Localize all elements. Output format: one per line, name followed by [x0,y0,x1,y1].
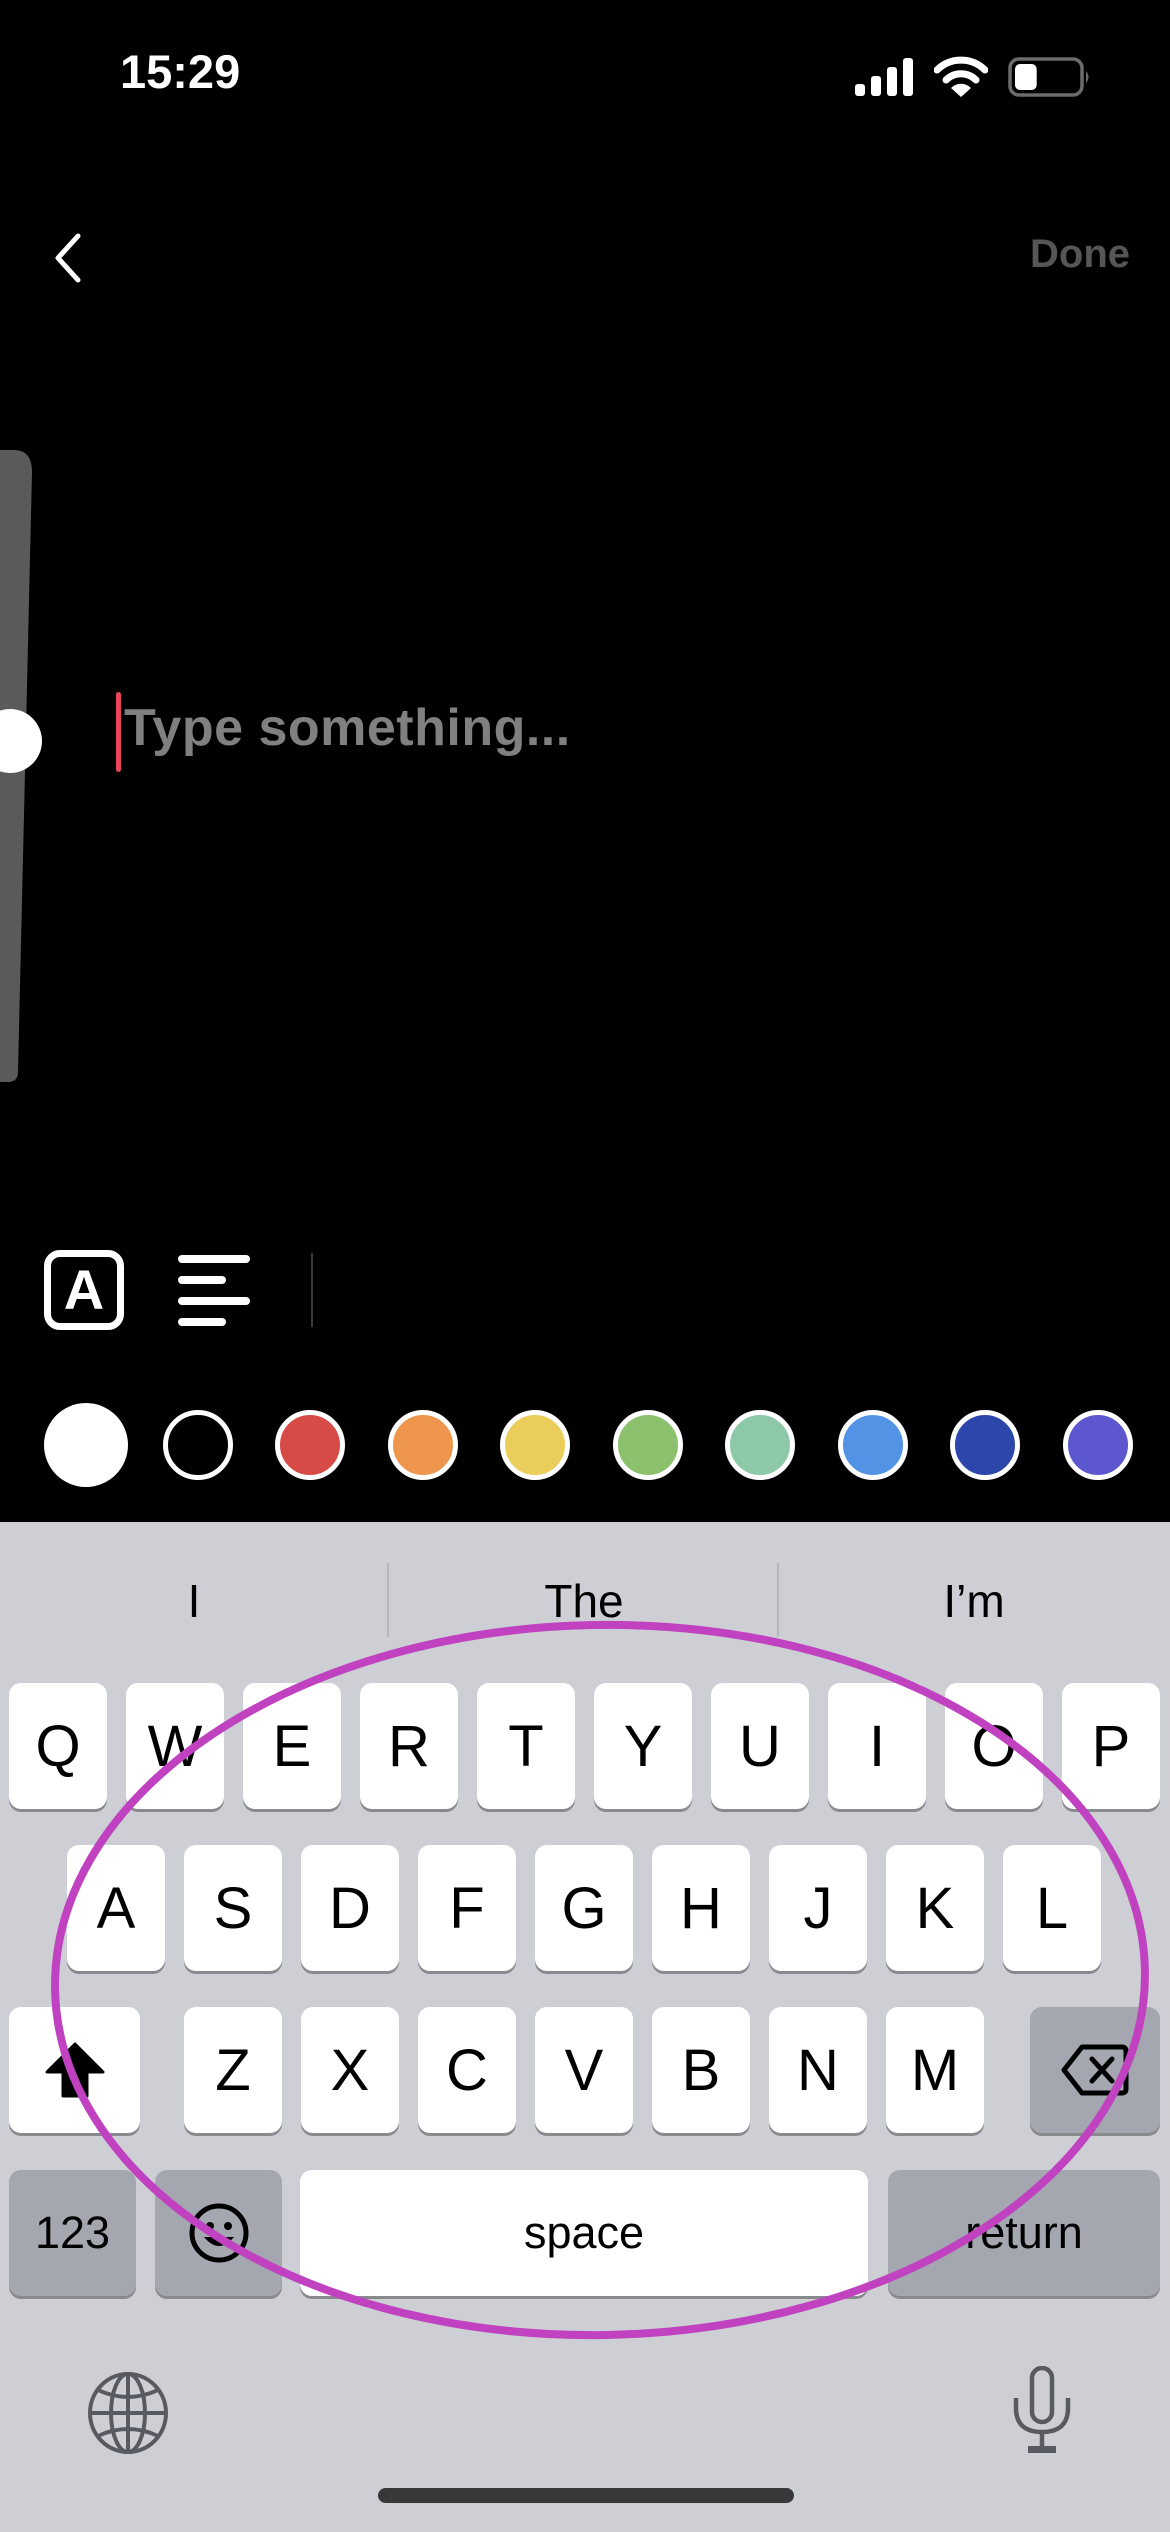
key-r[interactable]: R [360,1683,458,1809]
text-style-icon: A [63,1258,105,1321]
color-swatch-purple[interactable] [1063,1410,1133,1480]
key-a[interactable]: A [67,1845,165,1971]
key-e[interactable]: E [243,1683,341,1809]
key-p[interactable]: P [1062,1683,1160,1809]
suggestion-2[interactable]: The [390,1565,778,1637]
key-i[interactable]: I [828,1683,926,1809]
text-caret [116,692,121,772]
wifi-icon [934,56,988,97]
key-k[interactable]: K [886,1845,984,1971]
color-swatch-green[interactable] [613,1410,683,1480]
font-size-slider-handle[interactable] [0,708,42,773]
key-g[interactable]: G [535,1845,633,1971]
key-d[interactable]: D [301,1845,399,1971]
color-swatch-light-blue[interactable] [838,1410,908,1480]
key-n[interactable]: N [769,2007,867,2133]
key-o[interactable]: O [945,1683,1043,1809]
key-j[interactable]: J [769,1845,867,1971]
globe-icon[interactable] [88,2372,168,2454]
color-swatch-mint[interactable] [725,1410,795,1480]
cellular-signal-icon [855,58,913,96]
color-swatch-dark-blue[interactable] [950,1410,1020,1480]
shift-icon [45,2042,104,2098]
numbers-key[interactable]: 123 [9,2170,136,2296]
key-z[interactable]: Z [184,2007,282,2133]
done-button[interactable]: Done [1000,232,1130,277]
key-m[interactable]: M [886,2007,984,2133]
battery-level [1015,64,1037,90]
space-key[interactable]: space [300,2170,868,2296]
color-swatch-white[interactable] [44,1403,128,1487]
key-t[interactable]: T [477,1683,575,1809]
key-f[interactable]: F [418,1845,516,1971]
delete-backspace-icon [1061,2044,1129,2096]
suggestion-divider [777,1563,779,1637]
toolbar-divider [311,1253,313,1327]
suggestion-3[interactable]: I’m [780,1565,1168,1637]
text-input[interactable]: Type something... [124,698,571,758]
chevron-left-icon [55,233,81,283]
emoji-icon [189,2203,248,2263]
home-indicator [378,2488,794,2503]
key-x[interactable]: X [301,2007,399,2133]
suggestion-divider [387,1563,389,1637]
key-h[interactable]: H [652,1845,750,1971]
color-swatch-orange[interactable] [388,1410,458,1480]
key-b[interactable]: B [652,2007,750,2133]
key-v[interactable]: V [535,2007,633,2133]
status-time: 15:29 [120,45,241,98]
key-c[interactable]: C [418,2007,516,2133]
key-l[interactable]: L [1003,1845,1101,1971]
key-y[interactable]: Y [594,1683,692,1809]
key-q[interactable]: Q [9,1683,107,1809]
shift-key[interactable] [9,2007,140,2133]
text-align-button[interactable] [178,1255,254,1327]
battery-icon [1008,57,1089,97]
delete-key[interactable] [1030,2007,1160,2133]
key-w[interactable]: W [126,1683,224,1809]
return-key[interactable]: return [888,2170,1160,2296]
key-s[interactable]: S [184,1845,282,1971]
text-style-button[interactable]: A [44,1250,124,1330]
back-button[interactable] [44,228,94,288]
color-swatch-red[interactable] [275,1410,345,1480]
microphone-icon[interactable] [1012,2366,1072,2456]
emoji-key[interactable] [155,2170,282,2296]
suggestion-1[interactable]: I [0,1565,388,1637]
color-swatch-yellow[interactable] [500,1410,570,1480]
key-u[interactable]: U [711,1683,809,1809]
color-swatch-black[interactable] [163,1410,233,1480]
